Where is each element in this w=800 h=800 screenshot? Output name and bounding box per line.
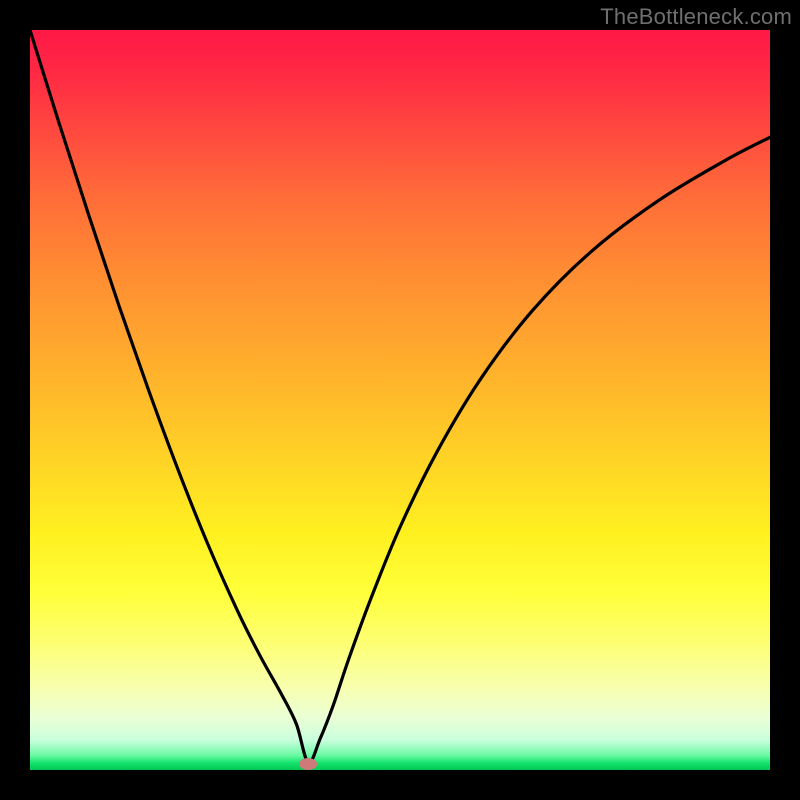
curve-path <box>30 30 770 763</box>
plot-area <box>30 30 770 770</box>
bottleneck-curve <box>30 30 770 770</box>
watermark-text: TheBottleneck.com <box>600 4 792 30</box>
chart-frame: TheBottleneck.com <box>0 0 800 800</box>
